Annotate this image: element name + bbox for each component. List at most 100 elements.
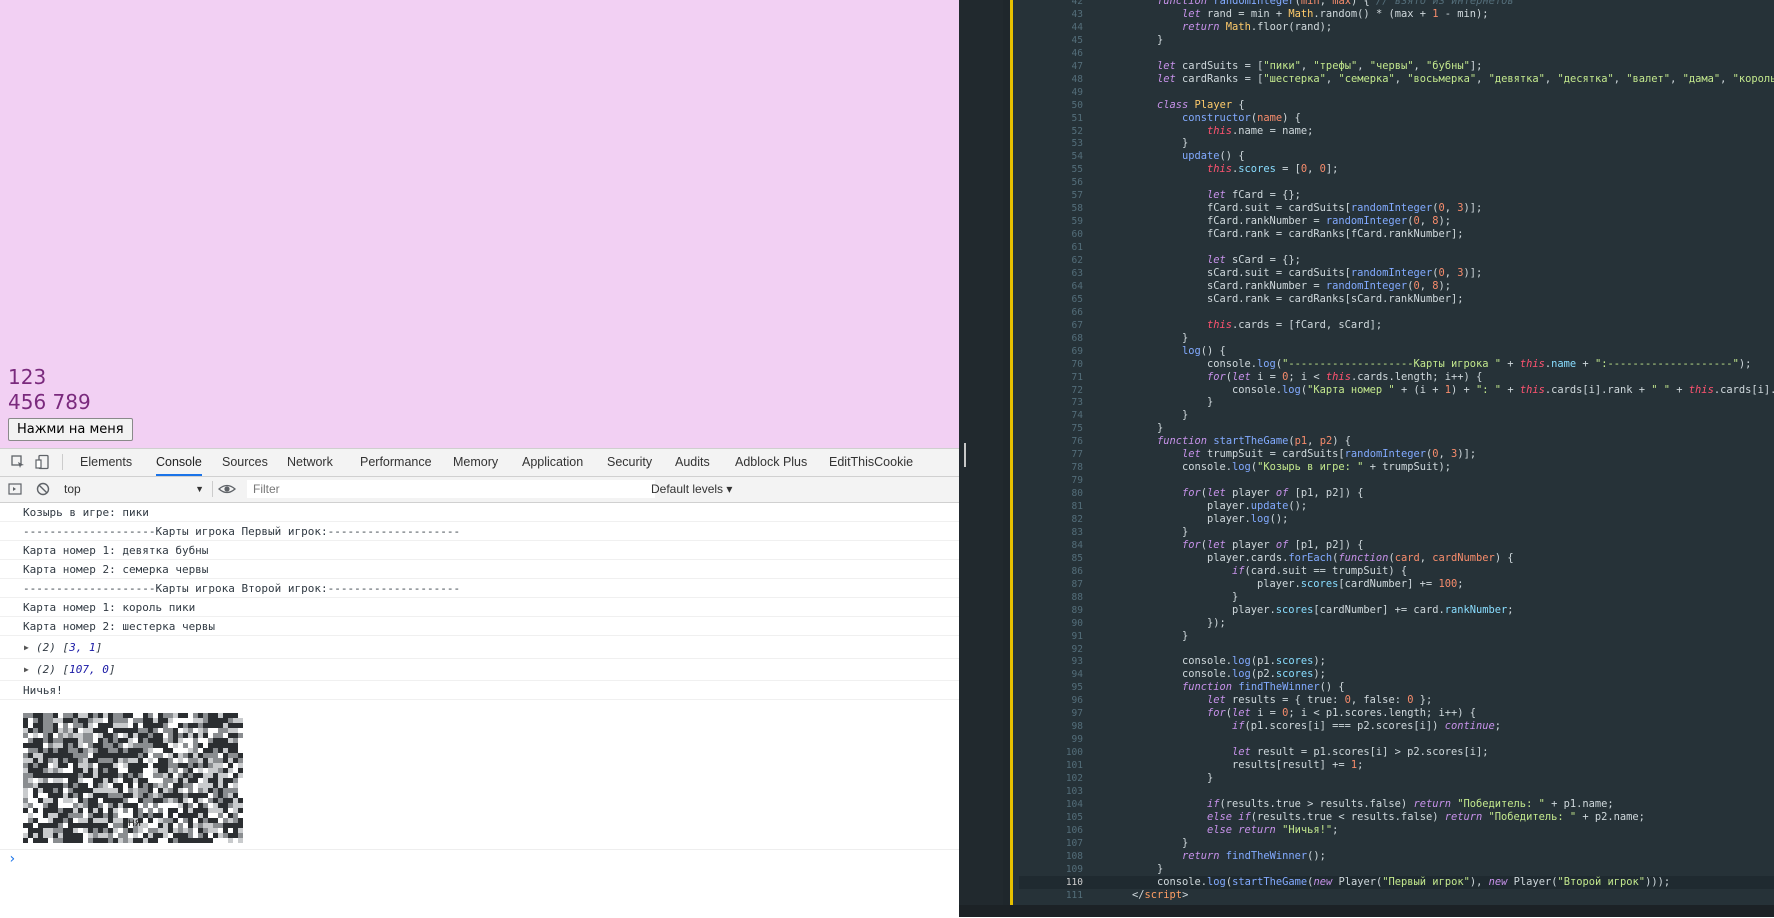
- click-me-button[interactable]: Нажми на меня: [8, 418, 133, 441]
- tab-console[interactable]: Console: [156, 449, 202, 476]
- code-token: findTheWinner: [1238, 681, 1320, 694]
- code-token: + (i +: [1394, 383, 1445, 396]
- sidebar-toggle-icon[interactable]: [7, 481, 23, 497]
- code-token: if: [1232, 720, 1245, 733]
- tab-memory[interactable]: Memory: [453, 449, 498, 476]
- image-caption: НЯ: [128, 819, 141, 829]
- horizontal-scrollbar[interactable]: [959, 905, 1774, 917]
- code-token: console.: [1207, 357, 1258, 370]
- tab-audits[interactable]: Audits: [675, 449, 710, 476]
- editor-side-strip: [959, 0, 1003, 917]
- line-number: 71: [1071, 371, 1083, 383]
- code-token: }: [1207, 772, 1214, 784]
- line-number: 43: [1071, 8, 1083, 20]
- code-token: ) {: [1282, 111, 1301, 124]
- console-array-row[interactable]: ▶ (2) [3, 1]: [0, 637, 959, 659]
- console-toolbar: top ▼ Default levels ▾: [0, 477, 959, 503]
- line-number: 69: [1071, 345, 1083, 357]
- code-token: )));: [1645, 875, 1677, 888]
- code-token: ,: [1670, 72, 1683, 85]
- code-text: let cardSuits = ["пики", "трефы", "червы…: [1157, 60, 1482, 73]
- code-token: result = p1.scores[i] > p2.scores[i];: [1257, 746, 1489, 759]
- code-token: results = { true:: [1232, 694, 1345, 707]
- code-token: let: [1157, 72, 1183, 85]
- code-text: }: [1232, 591, 1238, 604]
- code-token: this: [1207, 318, 1233, 331]
- code-token: class: [1157, 98, 1195, 111]
- code-token: function: [1157, 0, 1214, 7]
- code-token: }: [1182, 409, 1189, 422]
- code-token: .cards = [fCard, sCard];: [1232, 318, 1383, 331]
- code-token: return: [1444, 810, 1489, 823]
- expand-triangle-icon[interactable]: ▶: [24, 637, 29, 659]
- tab-network[interactable]: Network: [287, 449, 333, 476]
- code-token: player.: [1232, 603, 1276, 616]
- line-number: 56: [1071, 177, 1083, 189]
- code-token: "десятка": [1557, 72, 1614, 85]
- code-token: + p2.name;: [1576, 810, 1645, 823]
- line-number: 52: [1071, 125, 1083, 137]
- code-token: "восьмерка": [1407, 72, 1477, 85]
- line-number: 108: [1065, 850, 1083, 862]
- code-token: log: [1250, 513, 1270, 525]
- code-text: console.log(startTheGame(new Player("Пер…: [1157, 876, 1676, 889]
- clear-console-icon[interactable]: [35, 481, 51, 497]
- code-token: log: [1232, 668, 1251, 681]
- eye-icon[interactable]: [218, 481, 236, 497]
- tab-application[interactable]: Application: [522, 449, 583, 476]
- console-message: Козырь в игре: пики: [0, 503, 959, 522]
- code-token: ,: [1613, 72, 1627, 85]
- code-text: return Math.floor(rand);: [1182, 21, 1332, 34]
- console-result-text: Ничья!: [23, 684, 63, 697]
- expand-triangle-icon[interactable]: ▶: [24, 659, 29, 681]
- code-token: (card.suit == trumpSuit) {: [1244, 564, 1408, 577]
- log-levels-dropdown[interactable]: Default levels ▾: [651, 480, 732, 498]
- tab-sources[interactable]: Sources: [222, 449, 268, 476]
- tab-editthiscookie[interactable]: EditThisCookie: [829, 449, 913, 476]
- inspect-icon[interactable]: [10, 454, 26, 470]
- code-token: i =: [1257, 370, 1283, 383]
- code-text: let trumpSuit = cardSuits[randomInteger(…: [1182, 448, 1476, 461]
- code-token: "Второй игрок": [1557, 875, 1646, 888]
- console-array-row[interactable]: ▶ (2) [107, 0]: [0, 659, 959, 681]
- code-token: "пики": [1263, 59, 1301, 72]
- code-token: }: [1182, 836, 1189, 849]
- code-token: "Карта номер ": [1307, 383, 1395, 396]
- code-text: fCard.rankNumber = randomInteger(0, 8);: [1207, 215, 1451, 228]
- tab-elements[interactable]: Elements: [80, 449, 132, 476]
- console-filter-input[interactable]: [247, 480, 655, 498]
- code-token: }: [1157, 862, 1164, 875]
- code-token: fCard.rank = cardRanks[fCard.rankNumber]…: [1207, 228, 1464, 241]
- line-number: 104: [1065, 798, 1083, 810]
- line-number: 72: [1071, 384, 1083, 396]
- code-token: console.: [1157, 875, 1208, 888]
- tab-security[interactable]: Security: [607, 449, 652, 476]
- tab-adblock-plus[interactable]: Adblock Plus: [735, 449, 807, 476]
- code-token: let: [1232, 746, 1258, 759]
- line-number: 89: [1071, 604, 1083, 616]
- code-token: ;: [1457, 577, 1464, 590]
- code-text: player.update();: [1207, 500, 1307, 513]
- line-number: 50: [1071, 99, 1083, 111]
- code-token: let: [1182, 7, 1208, 20]
- console-message: Карта номер 2: семерка червы: [0, 560, 959, 579]
- code-token: >: [1182, 888, 1189, 901]
- tab-performance[interactable]: Performance: [360, 449, 432, 476]
- code-text: }: [1157, 863, 1163, 876]
- line-number: 109: [1065, 863, 1083, 875]
- code-token: let: [1157, 59, 1183, 72]
- device-toggle-icon[interactable]: [35, 454, 51, 470]
- console-prompt[interactable]: ›: [0, 849, 959, 870]
- code-token: randomInteger: [1213, 0, 1295, 7]
- line-number: 100: [1065, 747, 1083, 759]
- code-token: function: [1338, 551, 1389, 564]
- code-text: sCard.rankNumber = randomInteger(0, 8);: [1207, 280, 1451, 293]
- context-selector[interactable]: top ▼: [64, 480, 204, 498]
- line-number: 42: [1071, 0, 1083, 7]
- array-prefix: (2) [: [36, 641, 70, 654]
- code-token: cardNumber: [1432, 551, 1495, 564]
- code-editor[interactable]: 42 function randomInteger(min, max) { // …: [959, 0, 1774, 917]
- code-token: ,: [1307, 435, 1320, 448]
- line-number: 110: [1065, 876, 1083, 888]
- code-token: sCard.rankNumber =: [1207, 279, 1326, 292]
